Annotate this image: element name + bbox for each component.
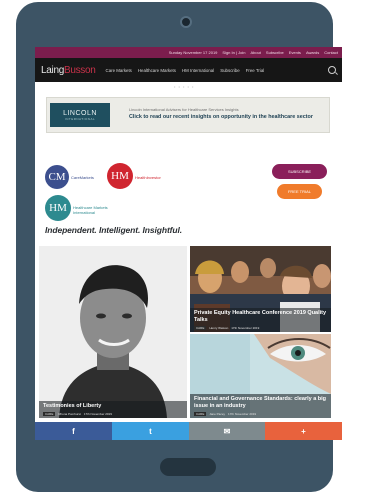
article-author: Henry Watson bbox=[209, 326, 229, 330]
article-author: Rhona Pomhurst bbox=[58, 412, 81, 416]
twitter-icon: t bbox=[149, 426, 152, 436]
logo-main: Laing bbox=[41, 64, 64, 76]
nav-item-healthcare-markets[interactable]: Healthcare Markets bbox=[138, 68, 176, 73]
nav-item-subscribe[interactable]: Subscribe bbox=[220, 68, 240, 73]
article-title[interactable]: Testimonies of Liberty bbox=[43, 403, 183, 410]
site-logo[interactable]: LaingBusson bbox=[41, 65, 96, 76]
hm-mark: HM bbox=[111, 170, 129, 182]
nav-item-care-markets[interactable]: Care Markets bbox=[106, 68, 132, 73]
subscribe-button[interactable]: SUBSCRIBE bbox=[272, 164, 327, 179]
ad-logo: LINCOLN INTERNATIONAL bbox=[50, 103, 110, 127]
cm-label: CareMarkets bbox=[71, 175, 94, 180]
nav-item-free-trial[interactable]: Free Trial bbox=[246, 68, 265, 73]
hmi-mark: HM bbox=[49, 202, 67, 214]
article-author: Jane Pacey bbox=[209, 412, 226, 416]
nav-item-hm-international[interactable]: HM International bbox=[182, 68, 214, 73]
twitter-share-button[interactable]: t bbox=[112, 422, 189, 440]
ad-line-2: Click to read our recent insights on opp… bbox=[129, 114, 313, 120]
article-card[interactable]: Private Equity Healthcare Conference 201… bbox=[190, 246, 331, 332]
ad-line-1: Lincoln International Advisers for Healt… bbox=[129, 107, 239, 112]
ad-logo-name: LINCOLN bbox=[63, 109, 97, 117]
divider-dots: • • • • • bbox=[174, 84, 195, 89]
camera-dot bbox=[180, 16, 192, 28]
article-caption: Private Equity Healthcare Conference 201… bbox=[190, 308, 331, 332]
events-link[interactable]: Events bbox=[289, 50, 301, 55]
facebook-share-button[interactable]: f bbox=[35, 422, 112, 440]
cm-mark: CM bbox=[48, 171, 66, 183]
search-icon[interactable] bbox=[328, 66, 336, 74]
article-caption: Financial and Governance Standards: clea… bbox=[190, 394, 331, 418]
article-tag[interactable]: CARE bbox=[194, 326, 207, 330]
signin-link[interactable]: Sign In | Join bbox=[222, 50, 245, 55]
free-trial-button[interactable]: FREE TRIAL bbox=[277, 184, 322, 199]
facebook-icon: f bbox=[72, 426, 75, 436]
article-date: 17th November 2019 bbox=[228, 412, 257, 416]
plus-icon: + bbox=[301, 426, 306, 436]
article-tag[interactable]: CARE bbox=[194, 412, 207, 416]
cm-logo[interactable]: CM bbox=[45, 165, 69, 189]
article-card[interactable]: Testimonies of Liberty CARE Rhona Pomhur… bbox=[39, 246, 187, 418]
ad-logo-sub: INTERNATIONAL bbox=[64, 116, 96, 121]
email-icon: ✉ bbox=[223, 426, 231, 436]
awards-link[interactable]: Awards bbox=[306, 50, 319, 55]
article-tag[interactable]: CARE bbox=[43, 412, 56, 416]
hm-label: HealthInvestor bbox=[135, 175, 161, 180]
contact-link[interactable]: Contact bbox=[324, 50, 338, 55]
date-text: Sunday November 17 2019 bbox=[168, 50, 218, 55]
article-card[interactable]: Financial and Governance Standards: clea… bbox=[190, 334, 331, 418]
tagline: Independent. Intelligent. Insightful. bbox=[45, 225, 183, 235]
article-title[interactable]: Private Equity Healthcare Conference 201… bbox=[194, 310, 327, 324]
home-button[interactable] bbox=[160, 458, 216, 476]
article-caption: Testimonies of Liberty CARE Rhona Pomhur… bbox=[39, 401, 187, 418]
article-date: 17th November 2019 bbox=[231, 326, 260, 330]
about-link[interactable]: About bbox=[250, 50, 260, 55]
article-date: 17th November 2019 bbox=[83, 412, 112, 416]
hmi-label: Healthcare Markets International bbox=[73, 205, 108, 215]
portrait-image bbox=[39, 246, 187, 418]
top-bar: Sunday November 17 2019 Sign In | Join A… bbox=[35, 47, 342, 58]
article-title[interactable]: Financial and Governance Standards: clea… bbox=[194, 396, 327, 410]
subscribe-link[interactable]: Subscribe bbox=[266, 50, 284, 55]
logo-accent: Busson bbox=[63, 64, 96, 76]
hm-logo[interactable]: HM bbox=[107, 163, 133, 189]
screen: Sunday November 17 2019 Sign In | Join A… bbox=[35, 47, 342, 440]
email-share-button[interactable]: ✉ bbox=[189, 422, 265, 440]
main-nav: LaingBusson Care Markets Healthcare Mark… bbox=[35, 58, 342, 82]
hmi-logo[interactable]: HM bbox=[45, 195, 71, 221]
more-share-button[interactable]: + bbox=[265, 422, 342, 440]
ad-banner[interactable]: LINCOLN INTERNATIONAL Lincoln Internatio… bbox=[46, 97, 330, 133]
